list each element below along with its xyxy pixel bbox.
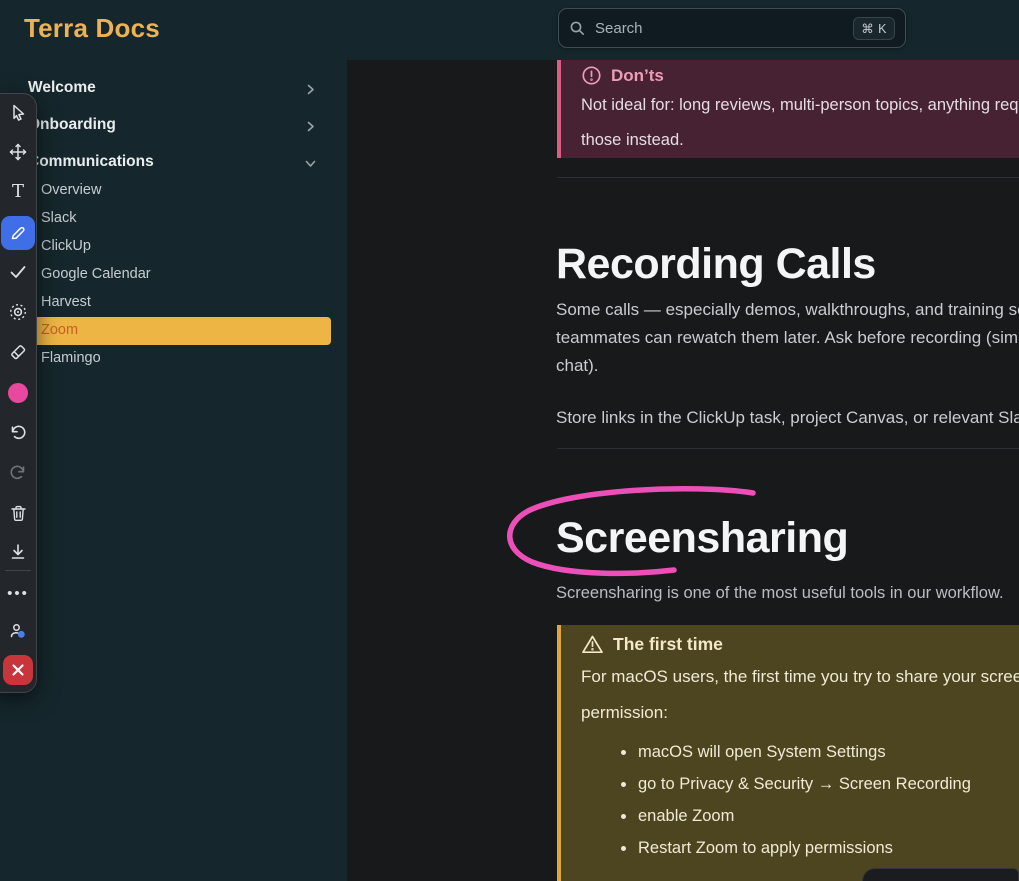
top-bar: Terra Docs Search ⌘ K bbox=[0, 0, 1019, 60]
search-icon bbox=[569, 20, 586, 37]
donts-callout-text: those instead. bbox=[581, 132, 1019, 149]
sidebar-item-onboarding[interactable]: Onboarding bbox=[0, 115, 347, 137]
sidebar-item-label: Welcome bbox=[28, 79, 96, 97]
download-icon[interactable] bbox=[4, 538, 32, 566]
paragraph-line: chat). bbox=[556, 352, 1019, 380]
sidebar-item-harvest[interactable]: Harvest bbox=[0, 289, 347, 317]
sidebar-item-label: Harvest bbox=[41, 294, 91, 310]
bullet-icon bbox=[621, 814, 626, 819]
bullet-text: Restart Zoom to apply permissions bbox=[638, 839, 893, 858]
list-item: enable Zoom bbox=[581, 809, 1019, 823]
recording-paragraph: Some calls — especially demos, walkthrou… bbox=[556, 296, 1019, 380]
sidebar-item-label: Communications bbox=[28, 153, 154, 171]
paragraph-line: Some calls — especially demos, walkthrou… bbox=[556, 296, 1019, 324]
sidebar-item-label: Overview bbox=[41, 182, 101, 198]
sidebar-item-zoom-active[interactable]: Zoom bbox=[0, 317, 331, 345]
chevron-right-icon bbox=[304, 83, 317, 96]
bullet-text: macOS will open System Settings bbox=[638, 743, 886, 762]
sidebar-item-communications[interactable]: Communications bbox=[0, 152, 347, 174]
list-item: Restart Zoom to apply permissions bbox=[581, 841, 1019, 855]
redo-icon[interactable] bbox=[4, 459, 32, 487]
recording-calls-heading: Recording Calls bbox=[556, 240, 876, 289]
sidebar-item-label: Zoom bbox=[41, 322, 78, 338]
first-time-callout-title: The first time bbox=[613, 634, 723, 655]
chevron-down-icon bbox=[304, 157, 317, 170]
app-title[interactable]: Terra Docs bbox=[24, 13, 160, 44]
search-input[interactable]: Search ⌘ K bbox=[558, 8, 906, 48]
close-x-icon[interactable] bbox=[3, 655, 33, 685]
first-time-callout: The first time For macOS users, the firs… bbox=[557, 625, 1019, 881]
sidebar-item-clickup[interactable]: ClickUp bbox=[0, 233, 347, 261]
sidebar-item-slack[interactable]: Slack bbox=[0, 205, 347, 233]
warning-triangle-icon bbox=[581, 634, 604, 655]
search-placeholder: Search bbox=[595, 20, 853, 37]
more-ellipsis-icon[interactable]: ••• bbox=[4, 579, 32, 607]
first-time-callout-text: For macOS users, the first time you try … bbox=[581, 668, 1019, 685]
spotlight-icon[interactable] bbox=[4, 298, 32, 326]
bullet-icon bbox=[621, 782, 626, 787]
trash-icon[interactable] bbox=[4, 499, 32, 527]
donts-callout: Don’ts Not ideal for: long reviews, mult… bbox=[557, 58, 1019, 158]
bullet-icon bbox=[621, 846, 626, 851]
bottom-right-popup-edge[interactable] bbox=[862, 868, 1019, 881]
sidebar-item-flamingo[interactable]: Flamingo bbox=[0, 345, 347, 373]
select-cursor-icon[interactable] bbox=[4, 98, 32, 126]
annotation-toolbar: T bbox=[0, 93, 37, 693]
first-time-bullet-list: macOS will open System Settings go to Pr… bbox=[581, 745, 1019, 855]
sidebar-item-label: Flamingo bbox=[41, 350, 101, 366]
sidebar-item-welcome[interactable]: Welcome bbox=[0, 78, 347, 100]
sidebar-item-label: ClickUp bbox=[41, 238, 91, 254]
donts-callout-text: Not ideal for: long reviews, multi-perso… bbox=[581, 97, 1019, 114]
sidebar-item-label: Slack bbox=[41, 210, 76, 226]
list-item: go to Privacy & Security → Screen Record… bbox=[581, 777, 1019, 791]
sidebar-item-overview[interactable]: Overview bbox=[0, 177, 347, 205]
pen-icon[interactable] bbox=[1, 216, 35, 250]
share-user-icon[interactable] bbox=[4, 617, 32, 645]
first-time-callout-text: permission: bbox=[581, 704, 1019, 721]
eraser-icon[interactable] bbox=[4, 338, 32, 366]
section-divider bbox=[557, 448, 1019, 449]
checkmark-icon[interactable] bbox=[4, 258, 32, 286]
bullet-text: enable Zoom bbox=[638, 807, 734, 826]
move-icon[interactable] bbox=[4, 138, 32, 166]
list-item: macOS will open System Settings bbox=[581, 745, 1019, 759]
alert-circle-icon bbox=[581, 65, 602, 86]
store-links-paragraph: Store links in the ClickUp task, project… bbox=[556, 404, 1019, 432]
sidebar-item-label: Google Calendar bbox=[41, 266, 151, 282]
screensharing-heading: Screensharing bbox=[556, 514, 848, 563]
color-swatch[interactable] bbox=[4, 379, 32, 407]
search-shortcut-badge: ⌘ K bbox=[853, 17, 895, 40]
toolbar-divider bbox=[5, 570, 31, 571]
paragraph-line: Store links in the ClickUp task, project… bbox=[556, 404, 1019, 432]
undo-icon[interactable] bbox=[4, 419, 32, 447]
bullet-text: go to Privacy & Security → Screen Record… bbox=[638, 775, 971, 794]
paragraph-line: teammates can rewatch them later. Ask be… bbox=[556, 324, 1019, 352]
screensharing-subtext: Screensharing is one of the most useful … bbox=[556, 584, 1004, 603]
app-window: Don’ts Not ideal for: long reviews, mult… bbox=[0, 0, 1019, 881]
section-divider bbox=[557, 177, 1019, 178]
text-tool-icon[interactable]: T bbox=[4, 178, 32, 206]
donts-callout-title: Don’ts bbox=[611, 66, 664, 86]
sidebar-item-google-calendar[interactable]: Google Calendar bbox=[0, 261, 347, 289]
sidebar-item-label: Onboarding bbox=[28, 116, 116, 134]
sidebar: Welcome Onboarding Communications Overvi… bbox=[0, 60, 347, 881]
chevron-right-icon bbox=[304, 120, 317, 133]
bullet-icon bbox=[621, 750, 626, 755]
